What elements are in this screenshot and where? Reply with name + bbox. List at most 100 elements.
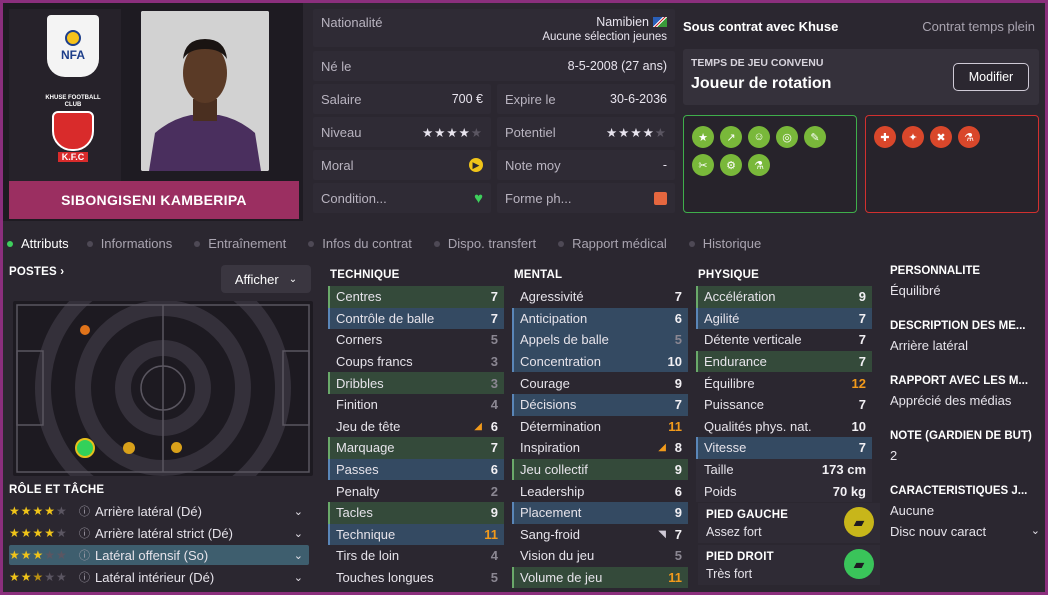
gears-trait-icon[interactable]: ⚙ bbox=[720, 154, 742, 176]
attr-row[interactable]: Agilité 7 bbox=[696, 307, 872, 330]
club-crest-top-text: KHUSE FOOTBALL CLUB bbox=[45, 95, 101, 108]
contract-status: Sous contrat avec Khuse bbox=[683, 19, 839, 34]
positions-pitch bbox=[13, 301, 313, 476]
potential-row: Potentiel ★★★★★ bbox=[497, 117, 675, 147]
tab-dispo-transfert[interactable]: Dispo. transfert bbox=[433, 236, 536, 251]
chevron-down-icon[interactable]: ⌄ bbox=[294, 505, 303, 518]
new-trait-dropdown[interactable]: Disc nouv caract ⌄ bbox=[890, 524, 1040, 539]
attr-row[interactable]: Décisions 7 bbox=[512, 393, 688, 416]
attr-row[interactable]: Tacles 9 bbox=[328, 501, 504, 524]
attr-row[interactable]: Détermination 11 bbox=[512, 416, 688, 438]
club-crest: KHUSE FOOTBALL CLUB K.F.C bbox=[43, 95, 103, 169]
attr-row[interactable]: Appels de balle 5 bbox=[512, 329, 688, 351]
tab-attributs[interactable]: Attributs bbox=[7, 236, 69, 251]
tab-infos-contrat[interactable]: Infos du contrat bbox=[308, 236, 412, 251]
salary-row: Salaire 700 € bbox=[313, 84, 491, 114]
bandage-trait-icon[interactable]: ✎ bbox=[804, 126, 826, 148]
expires-row: Expire le 30-6-2036 bbox=[497, 84, 675, 114]
chevron-down-icon[interactable]: ⌄ bbox=[294, 549, 303, 562]
bandage-bad-trait-icon[interactable]: ✖ bbox=[930, 126, 952, 148]
positions-header[interactable]: POSTES › bbox=[9, 266, 64, 278]
rating-row: Note moy - bbox=[497, 150, 675, 180]
mental-header: MENTAL bbox=[514, 269, 563, 281]
star-trait-icon[interactable]: ★ bbox=[692, 126, 714, 148]
attr-row[interactable]: Jeu de tête ◢ 6 bbox=[328, 416, 504, 438]
chevron-down-icon[interactable]: ⌄ bbox=[294, 571, 303, 584]
rating-value: - bbox=[662, 158, 667, 172]
flask-bad-trait-icon[interactable]: ⚗ bbox=[958, 126, 980, 148]
attr-row[interactable]: Contrôle de balle 7 bbox=[328, 307, 504, 330]
target-trait-icon[interactable]: ◎ bbox=[776, 126, 798, 148]
info-icon[interactable]: ⓘ bbox=[79, 547, 95, 563]
morale-icon[interactable]: ▶ bbox=[469, 158, 483, 172]
attr-row[interactable]: Qualités phys. nat. 10 bbox=[696, 416, 872, 438]
info-icon[interactable]: ⓘ bbox=[79, 569, 95, 585]
attr-row[interactable]: Penalty 2 bbox=[328, 480, 504, 502]
attr-row[interactable]: Finition 4 bbox=[328, 394, 504, 416]
temper-trait-icon[interactable]: ✦ bbox=[902, 126, 924, 148]
salary-value: 700 € bbox=[451, 92, 483, 106]
attr-row[interactable]: Équilibre 12 bbox=[696, 372, 872, 394]
tab-informations[interactable]: Informations bbox=[86, 236, 172, 251]
position-dot-am[interactable] bbox=[171, 442, 182, 453]
chevron-down-icon[interactable]: ⌄ bbox=[294, 527, 303, 540]
attr-row[interactable]: Technique 11 bbox=[328, 523, 504, 546]
info-icon[interactable]: ⓘ bbox=[79, 525, 95, 541]
attr-row[interactable]: Corners 5 bbox=[328, 329, 504, 351]
growth-trait-icon[interactable]: ↗ bbox=[720, 126, 742, 148]
attr-row[interactable]: Coups francs 3 bbox=[328, 351, 504, 373]
morale-label: Moral bbox=[321, 157, 354, 173]
tab-historique[interactable]: Historique bbox=[688, 236, 761, 251]
display-dropdown[interactable]: Afficher ⌄ bbox=[221, 265, 311, 293]
attr-row[interactable]: Endurance 7 bbox=[696, 350, 872, 373]
attr-row[interactable]: Tirs de loin 4 bbox=[328, 545, 504, 567]
modify-button[interactable]: Modifier bbox=[953, 63, 1029, 91]
position-dot-wingback[interactable] bbox=[80, 325, 90, 335]
flask-trait-icon[interactable]: ⚗ bbox=[748, 154, 770, 176]
position-dot-natural[interactable] bbox=[75, 438, 95, 458]
playing-time-value: Joueur de rotation bbox=[691, 75, 832, 92]
info-icon[interactable]: ⓘ bbox=[79, 503, 95, 519]
form-label: Forme ph... bbox=[505, 190, 572, 206]
attr-row[interactable]: Vitesse 7 bbox=[696, 437, 872, 459]
attr-row[interactable]: Placement 9 bbox=[512, 501, 688, 524]
attr-row[interactable]: Passes 6 bbox=[328, 458, 504, 481]
role-row[interactable]: ★★★★★ ⓘ Arrière latéral strict (Dé) ⌄ bbox=[9, 523, 309, 543]
position-dot-wm[interactable] bbox=[123, 442, 135, 454]
attr-row[interactable]: Accélération 9 bbox=[696, 286, 872, 308]
level-row: Niveau ★★★★★ bbox=[313, 117, 491, 147]
attr-row[interactable]: Concentration 10 bbox=[512, 350, 688, 373]
attr-row[interactable]: Leadership 6 bbox=[512, 480, 688, 502]
media-label: RAPPORT AVEC LES M... bbox=[890, 375, 1029, 387]
roles-header: RÔLE ET TÂCHE bbox=[9, 484, 105, 496]
trend-up-icon: ◢ bbox=[474, 420, 482, 432]
attr-row[interactable]: Inspiration ◢ 8 bbox=[512, 437, 688, 459]
attr-row[interactable]: Touches longues 5 bbox=[328, 567, 504, 589]
attr-row[interactable]: Marquage 7 bbox=[328, 437, 504, 459]
injury-trait-icon[interactable]: ✚ bbox=[874, 126, 896, 148]
role-row-selected[interactable]: ★★★★★ ⓘ Latéral offensif (So) ⌄ bbox=[9, 545, 309, 565]
brain-trait-icon[interactable]: ☺ bbox=[748, 126, 770, 148]
expires-label: Expire le bbox=[505, 91, 556, 107]
attr-row[interactable]: Dribbles 3 bbox=[328, 372, 504, 394]
gk-rating-value: 2 bbox=[890, 448, 898, 463]
attr-row[interactable]: Anticipation 6 bbox=[512, 307, 688, 330]
attr-row[interactable]: Volume de jeu 11 bbox=[512, 566, 688, 589]
attr-row[interactable]: Jeu collectif 9 bbox=[512, 458, 688, 481]
attr-row[interactable]: Puissance 7 bbox=[696, 394, 872, 416]
attr-row[interactable]: Courage 9 bbox=[512, 372, 688, 394]
right-boot-icon: ▰ bbox=[844, 549, 874, 579]
role-row[interactable]: ★★★★★ ⓘ Arrière latéral (Dé) ⌄ bbox=[9, 501, 309, 521]
attr-row[interactable]: Centres 7 bbox=[328, 286, 504, 308]
tab-entrainement[interactable]: Entraînement bbox=[194, 236, 286, 251]
tab-rapport-medical[interactable]: Rapport médical bbox=[558, 236, 667, 251]
height-row: Taille 173 cm bbox=[696, 458, 872, 481]
attr-row[interactable]: Sang-froid ◥ 7 bbox=[512, 524, 688, 546]
attr-row[interactable]: Agressivité 7 bbox=[512, 286, 688, 308]
role-row[interactable]: ★★★★★ ⓘ Latéral intérieur (Dé) ⌄ bbox=[9, 567, 309, 587]
wrench-trait-icon[interactable]: ✂ bbox=[692, 154, 714, 176]
attr-row[interactable]: Détente verticale 7 bbox=[696, 329, 872, 351]
contract-type: Contrat temps plein bbox=[922, 19, 1035, 34]
physique-header: PHYSIQUE bbox=[698, 269, 760, 281]
attr-row[interactable]: Vision du jeu 5 bbox=[512, 545, 688, 567]
